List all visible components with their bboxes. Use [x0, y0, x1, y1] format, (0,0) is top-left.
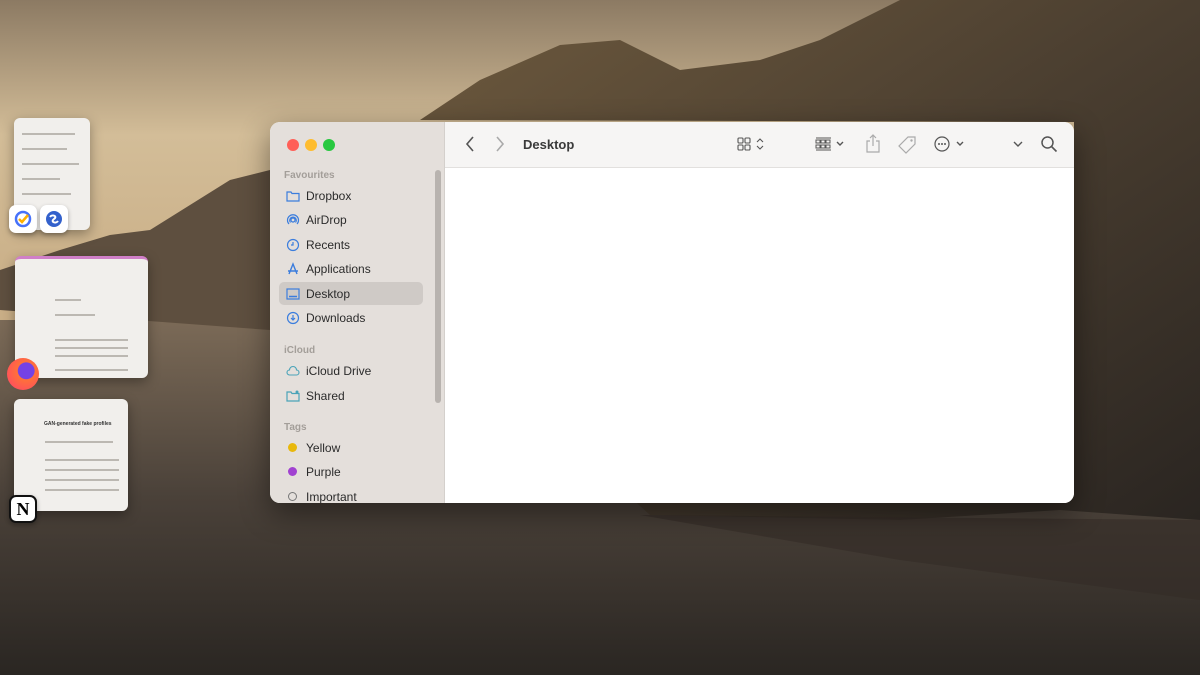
sidebar-item-label: iCloud Drive: [306, 363, 372, 378]
window-title: Desktop: [523, 137, 575, 152]
more-icon: [934, 136, 964, 152]
download-icon: [286, 311, 300, 324]
folder-icon: [286, 190, 300, 202]
tag-button[interactable]: [897, 135, 917, 155]
sidebar-item-dropbox[interactable]: Dropbox: [279, 184, 423, 207]
section-tags: Tags: [284, 422, 307, 433]
sidebar-item-label: Important: [306, 489, 357, 504]
forward-icon: [496, 136, 505, 152]
notion-app-icon[interactable]: N: [9, 495, 37, 523]
back-icon: [465, 136, 474, 152]
sidebar-item-label: Desktop: [306, 286, 351, 301]
yellow-tag-dot: [288, 443, 297, 452]
sidebar-item-label: Purple: [306, 464, 341, 479]
sidebar-item-shared[interactable]: Shared: [279, 384, 423, 407]
section-favourites: Favourites: [284, 170, 335, 181]
sidebar-item-applications[interactable]: Applications: [279, 257, 423, 280]
purple-tag-dot: [288, 467, 297, 476]
finder-toolbar: Desktop: [445, 122, 1074, 168]
sidebar-item-label: Shared: [306, 388, 345, 403]
share-button[interactable]: [865, 134, 881, 154]
finder-window: Favourites Dropbox AirDrop Recents Appli…: [270, 122, 1074, 503]
share-icon: [866, 134, 880, 153]
sidebar-item-airdrop[interactable]: AirDrop: [279, 208, 423, 231]
search-icon: [1041, 136, 1058, 153]
section-icloud: iCloud: [284, 345, 316, 356]
chevron-down-icon: [1013, 141, 1023, 147]
sidebar-scrollbar[interactable]: [435, 170, 441, 403]
sidebar-item-label: Downloads: [306, 310, 366, 325]
stage-window-firefox[interactable]: [15, 256, 148, 378]
finder-sidebar: Favourites Dropbox AirDrop Recents Appli…: [270, 122, 445, 503]
ticktick-app-icon[interactable]: [9, 205, 37, 233]
sidebar-tag-important[interactable]: Important: [279, 485, 423, 503]
sidebar-item-label: AirDrop: [306, 212, 347, 227]
close-button[interactable]: [287, 139, 299, 151]
airdrop-icon: [286, 213, 300, 224]
file-content-area[interactable]: [445, 168, 1074, 503]
sidebar-item-recents[interactable]: Recents: [279, 233, 423, 256]
sidebar-item-label: Yellow: [306, 440, 341, 455]
search-button[interactable]: [1040, 135, 1058, 153]
sidebar-item-label: Dropbox: [306, 188, 352, 203]
zoom-button[interactable]: [323, 139, 335, 151]
shared-folder-icon: [286, 390, 300, 402]
sidebar-tag-purple[interactable]: Purple: [279, 460, 423, 483]
view-mode-button[interactable]: [737, 136, 769, 152]
group-button[interactable]: [815, 136, 847, 152]
sidebar-tag-yellow[interactable]: Yellow: [279, 436, 423, 459]
forward-button[interactable]: [495, 135, 505, 153]
empty-tag-dot: [288, 492, 297, 501]
sidebar-item-downloads[interactable]: Downloads: [279, 306, 423, 329]
sidebar-item-desktop[interactable]: Desktop: [279, 282, 423, 305]
sidebar-item-label: Recents: [306, 237, 351, 252]
sidebar-item-icloud-drive[interactable]: iCloud Drive: [279, 359, 423, 382]
toolbar-overflow-button[interactable]: [1012, 136, 1024, 152]
notion-doc-title: GAN-generated fake profiles: [44, 421, 112, 427]
tag-icon: [898, 136, 916, 154]
minimize-button[interactable]: [305, 139, 317, 151]
clock-icon: [286, 238, 300, 251]
grid-view-icon: [737, 137, 764, 151]
more-actions-button[interactable]: [933, 135, 967, 153]
sidebar-item-label: Applications: [306, 261, 371, 276]
cloud-icon: [286, 365, 300, 376]
back-button[interactable]: [465, 135, 475, 153]
desktop-icon: [286, 287, 300, 300]
firefox-app-icon[interactable]: [7, 358, 39, 390]
simplenote-app-icon[interactable]: [40, 205, 68, 233]
applications-icon: [288, 261, 298, 274]
group-icon: [815, 137, 844, 151]
